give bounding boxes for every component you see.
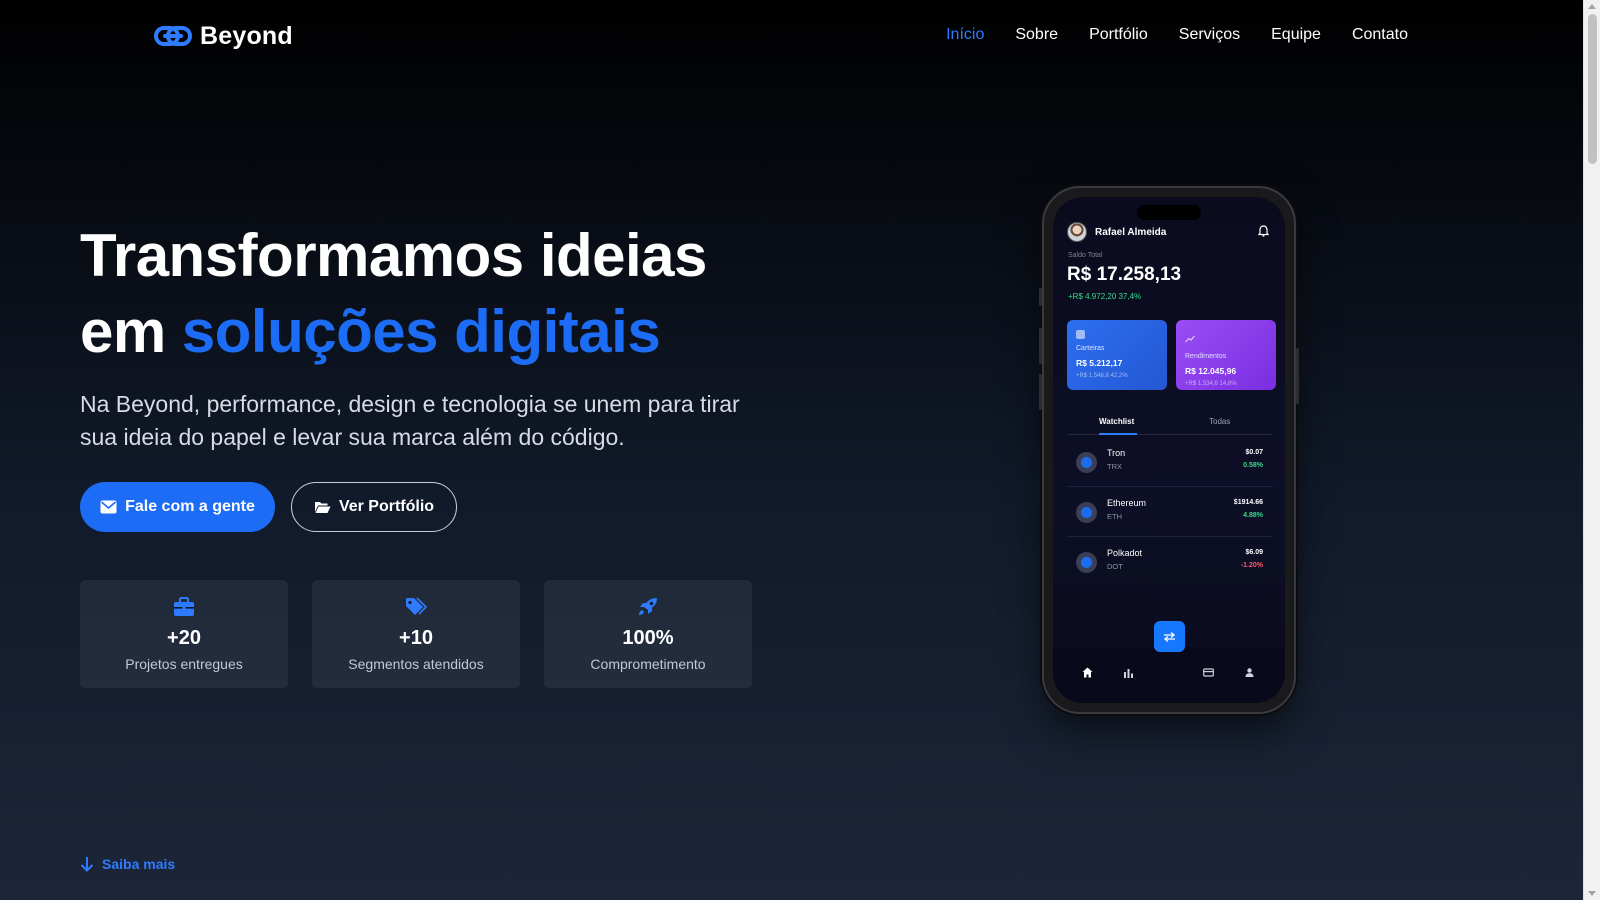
card-icon[interactable] — [1203, 667, 1214, 678]
top-navbar: Beyond Início Sobre Portfólio Serviços E… — [0, 0, 1583, 72]
nav-item-servicos[interactable]: Serviços — [1179, 26, 1240, 44]
card-label: Carteiras — [1076, 345, 1105, 352]
arrow-down-icon — [80, 857, 94, 872]
card-sub: +R$ 1.534,6 14,8% — [1185, 381, 1237, 387]
stat-card-commitment: 100% Comprometimento — [544, 580, 752, 688]
stat-label: Segmentos atendidos — [348, 656, 484, 672]
contact-button-label: Fale com a gente — [125, 498, 255, 515]
learn-more-label: Saiba mais — [102, 856, 176, 872]
swap-icon — [1163, 631, 1176, 642]
hero-subtitle: Na Beyond, performance, design e tecnolo… — [80, 391, 740, 450]
stat-label: Comprometimento — [590, 656, 706, 672]
coin-symbol: DOT — [1107, 562, 1123, 571]
coin-symbol: TRX — [1107, 462, 1122, 471]
coin-price: $1914.66 — [1233, 499, 1263, 506]
tab-watchlist[interactable]: Watchlist — [1099, 417, 1134, 426]
app-bottom-nav — [1053, 647, 1285, 703]
stat-value: +20 — [167, 627, 201, 649]
home-icon[interactable] — [1082, 667, 1093, 678]
card-value: R$ 12.045,96 — [1185, 366, 1237, 376]
contact-button[interactable]: Fale com a gente — [80, 482, 275, 532]
nav-item-contato[interactable]: Contato — [1352, 26, 1408, 44]
hero-title-accent: soluções digitais — [181, 298, 661, 365]
phone-button — [1296, 348, 1299, 404]
phone-button — [1039, 374, 1042, 410]
phone-screen: Rafael Almeida Saldo Total R$ 17.258,13 … — [1053, 197, 1285, 703]
app-header: Rafael Almeida — [1067, 222, 1166, 242]
list-item[interactable]: Ethereum ETH $1914.66 4.88% — [1067, 487, 1273, 537]
stats-row: +20 Projetos entregues +10 Segmentos ate… — [80, 580, 752, 688]
balance-value: R$ 17.258,13 — [1067, 264, 1182, 285]
scroll-down-arrow[interactable] — [1588, 891, 1596, 896]
brand-name: Beyond — [200, 22, 293, 50]
wallet-icon — [1076, 330, 1085, 339]
active-tab-indicator — [1099, 433, 1137, 435]
coin-list: Tron TRX $0.07 0.58% Ethereum ETH $1914.… — [1067, 437, 1273, 587]
phone-button — [1039, 328, 1042, 364]
stat-card-segments: +10 Segmentos atendidos — [312, 580, 520, 688]
tab-todas[interactable]: Todas — [1209, 417, 1230, 426]
brand-logo[interactable]: Beyond — [154, 22, 293, 51]
hero-title-line1: Transformamos ideias — [80, 222, 707, 289]
nav-item-portfolio[interactable]: Portfólio — [1089, 26, 1148, 44]
stat-card-projects: +20 Projetos entregues — [80, 580, 288, 688]
bell-icon[interactable] — [1258, 225, 1269, 237]
portfolio-button-label: Ver Portfólio — [338, 498, 435, 515]
scroll-thumb[interactable] — [1588, 14, 1597, 164]
main-menu: Início Sobre Portfólio Serviços Equipe C… — [946, 26, 1408, 44]
list-item[interactable]: Tron TRX $0.07 0.58% — [1067, 437, 1273, 487]
app-tabs: Watchlist Todas — [1067, 417, 1273, 435]
coin-name: Ethereum — [1107, 498, 1147, 508]
nav-item-inicio[interactable]: Início — [946, 26, 984, 44]
card-value: R$ 5.212,17 — [1076, 358, 1123, 368]
coin-change: 0.58% — [1243, 462, 1263, 469]
stat-label: Projetos entregues — [125, 656, 243, 672]
coin-price: $6.09 — [1245, 549, 1263, 556]
tags-icon — [406, 597, 427, 615]
chart-icon[interactable] — [1123, 667, 1134, 678]
user-name: Rafael Almeida — [1095, 226, 1167, 238]
link-icon — [154, 25, 192, 46]
phone-notch — [1137, 205, 1201, 220]
scroll-up-arrow[interactable] — [1588, 4, 1596, 9]
avatar[interactable] — [1067, 222, 1087, 242]
portfolio-button[interactable]: Ver Portfólio — [291, 482, 457, 532]
hero-actions: Fale com a gente Ver Portfólio — [80, 482, 457, 532]
coin-icon — [1076, 552, 1097, 573]
stat-value: +10 — [399, 627, 433, 649]
phone-mockup: Rafael Almeida Saldo Total R$ 17.258,13 … — [1039, 186, 1299, 714]
learn-more-link[interactable]: Saiba mais — [80, 856, 175, 872]
coin-icon — [1076, 502, 1097, 523]
nav-item-sobre[interactable]: Sobre — [1015, 26, 1058, 44]
stat-value: 100% — [622, 627, 674, 649]
envelope-icon — [100, 500, 117, 514]
coin-name: Tron — [1107, 448, 1126, 458]
briefcase-icon — [174, 597, 194, 616]
coin-icon — [1076, 452, 1097, 473]
page-scrollbar[interactable] — [1583, 0, 1600, 900]
wallet-card-carteiras[interactable]: Carteiras R$ 5.212,17 +R$ 1.546,8 42,2% — [1067, 320, 1167, 390]
balance-change: +R$ 4.972,20 37,4% — [1068, 292, 1142, 301]
hero-title-prefix: em — [80, 298, 182, 365]
wallet-cards: Carteiras R$ 5.212,17 +R$ 1.546,8 42,2% … — [1067, 320, 1276, 390]
rocket-icon — [639, 598, 657, 615]
trend-up-icon — [1185, 335, 1195, 343]
coin-change: -1.20% — [1240, 562, 1263, 569]
swap-button[interactable] — [1154, 621, 1185, 652]
balance-label: Saldo Total — [1068, 252, 1103, 259]
coin-price: $0.07 — [1245, 449, 1263, 456]
nav-item-equipe[interactable]: Equipe — [1271, 26, 1321, 44]
coin-symbol: ETH — [1107, 512, 1122, 521]
coin-name: Polkadot — [1107, 548, 1143, 558]
hero-title: Transformamos ideias em soluções digitai… — [80, 218, 707, 370]
list-item[interactable]: Polkadot DOT $6.09 -1.20% — [1067, 537, 1273, 587]
wallet-card-rendimentos[interactable]: Rendimentos R$ 12.045,96 +R$ 1.534,6 14,… — [1176, 320, 1276, 390]
card-sub: +R$ 1.546,8 42,2% — [1076, 373, 1128, 379]
folder-open-icon — [314, 502, 331, 513]
coin-change: 4.88% — [1243, 512, 1263, 519]
card-label: Rendimentos — [1185, 353, 1227, 360]
phone-button — [1039, 288, 1042, 306]
user-icon[interactable] — [1244, 667, 1255, 678]
